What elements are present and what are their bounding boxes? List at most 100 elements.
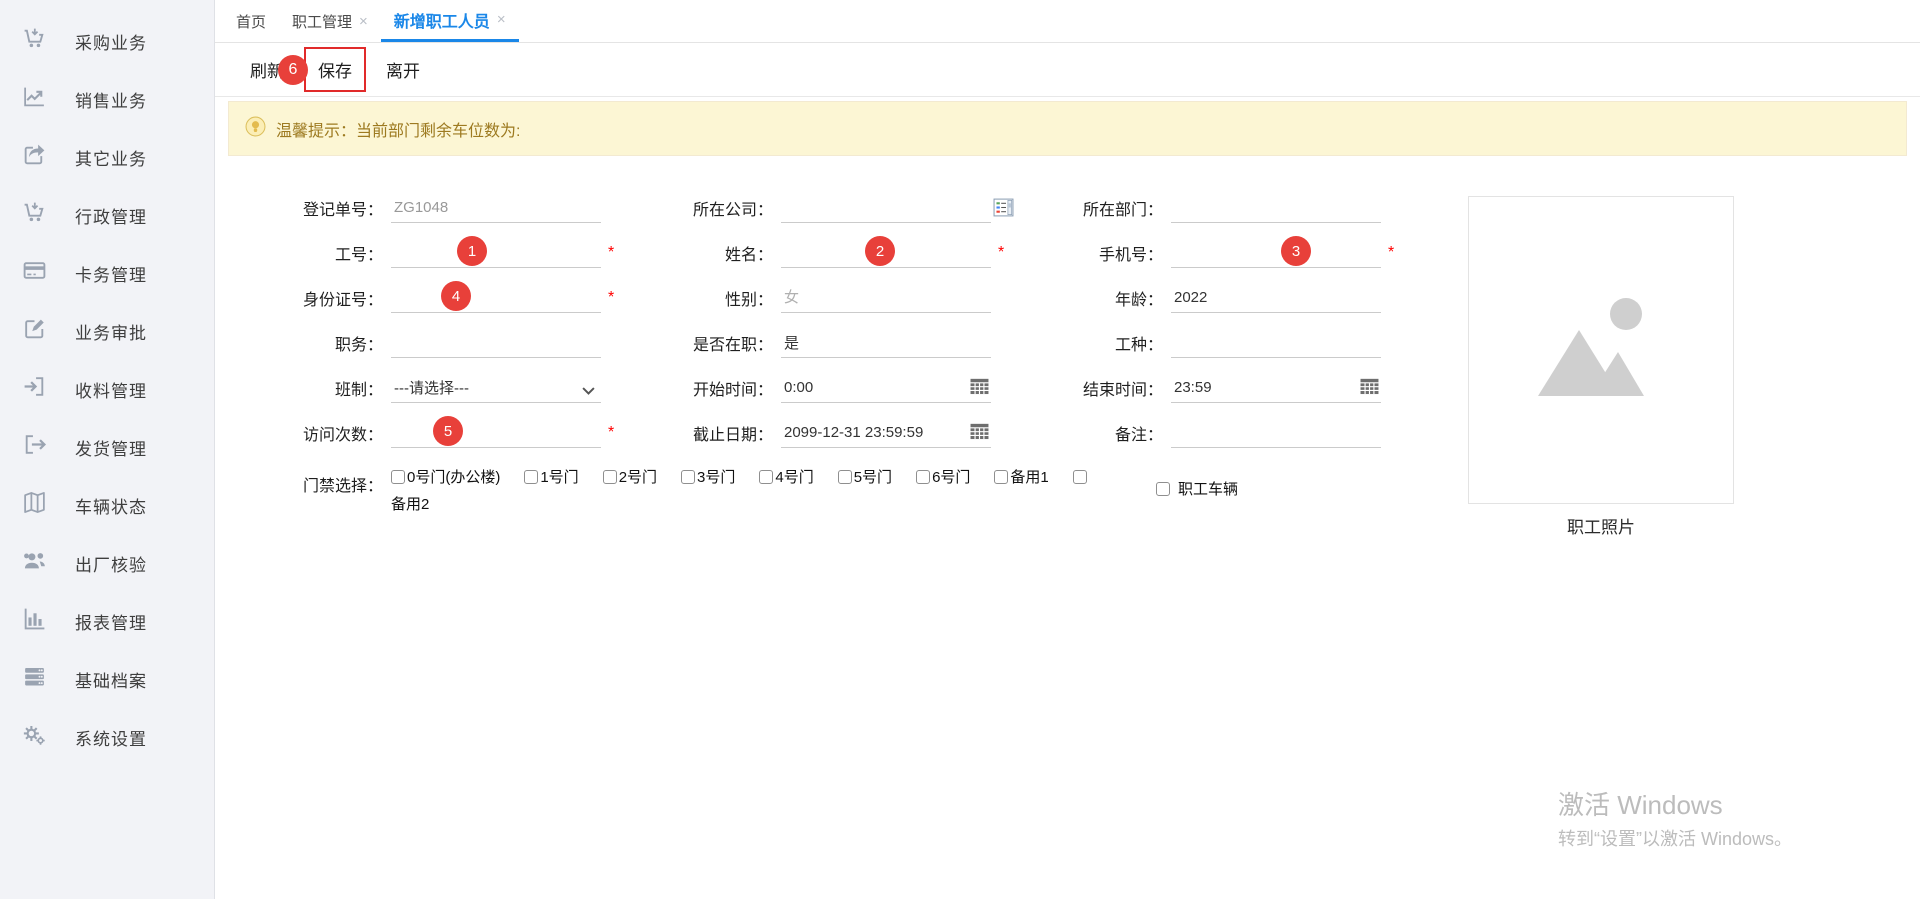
field-gender: 性别： [611,282,1001,313]
sidebar-item-sales[interactable]: 销售业务 [0,70,214,128]
save-button[interactable]: 保存 [318,62,352,81]
sidebar-item-card-mgmt[interactable]: 卡务管理 [0,244,214,302]
sidebar-item-label: 行政管理 [75,203,147,228]
field-label: 职务： [221,331,383,355]
gate-checkbox-backup2[interactable] [1073,470,1087,484]
gate-option-0[interactable]: 0号门(办公楼) [391,466,500,487]
windows-activation-watermark: 激活 Windows 转到“设置”以激活 Windows。 [1558,785,1792,851]
field-label: 门禁选择： [221,462,383,496]
server-icon [22,664,47,694]
tab-close-icon[interactable]: × [497,12,506,27]
gate-option-4[interactable]: 4号门 [759,466,813,487]
sidebar-item-label: 发货管理 [75,435,147,460]
field-end-time: 结束时间： [1001,372,1391,403]
calendar-icon[interactable] [970,378,989,395]
gate-checkbox[interactable] [524,470,538,484]
save-button-annotation-rect: 保存 [304,47,366,92]
cart-arrow-down-icon [22,26,47,56]
gate-checkbox[interactable] [994,470,1008,484]
sidebar-item-purchasing[interactable]: 采购业务 [0,12,214,70]
users-icon [22,548,47,578]
annotation-badge-3: 3 [1281,236,1311,266]
annotation-badge-2: 2 [865,236,895,266]
app-window: 采购业务 销售业务 其它业务 行政管理 卡务管理 业务审批 收料管理 发货管理 [0,0,1920,899]
sidebar: 采购业务 销售业务 其它业务 行政管理 卡务管理 业务审批 收料管理 发货管理 [0,0,215,899]
age-input[interactable] [1174,289,1378,306]
gate-option-2[interactable]: 2号门 [603,466,657,487]
field-label: 访问次数： [221,421,383,445]
sidebar-item-admin[interactable]: 行政管理 [0,186,214,244]
sidebar-item-base-archives[interactable]: 基础档案 [0,650,214,708]
tab-add-staff[interactable]: 新增职工人员 × [381,0,519,42]
gate-option-3[interactable]: 3号门 [681,466,735,487]
sidebar-item-label: 卡务管理 [75,261,147,286]
sidebar-item-vehicle-status[interactable]: 车辆状态 [0,476,214,534]
sidebar-item-label: 报表管理 [75,609,147,634]
calendar-icon[interactable] [970,423,989,440]
field-department: 所在部门： [1001,192,1391,223]
company-input[interactable] [784,199,988,216]
reg-no-input[interactable] [394,199,598,216]
gate-checkbox[interactable] [916,470,930,484]
photo-upload-box[interactable] [1468,196,1734,504]
gate-checkbox[interactable] [391,470,405,484]
tab-close-icon[interactable]: × [359,14,368,29]
field-label: 是否在职： [611,331,773,355]
field-label: 身份证号： [221,286,383,310]
gate-checkbox[interactable] [603,470,617,484]
gate-option-1[interactable]: 1号门 [524,466,578,487]
gate-checkbox[interactable] [681,470,695,484]
staff-vehicle-option[interactable]: 职工车辆 [1156,478,1238,499]
sidebar-item-other-business[interactable]: 其它业务 [0,128,214,186]
field-label: 班制： [221,376,383,400]
sidebar-item-factory-check[interactable]: 出厂核验 [0,534,214,592]
gate-option-6[interactable]: 6号门 [916,466,970,487]
sidebar-item-material-receipt[interactable]: 收料管理 [0,360,214,418]
sidebar-item-shipping[interactable]: 发货管理 [0,418,214,476]
gate-option-5[interactable]: 5号门 [838,466,892,487]
position-input[interactable] [394,334,598,351]
field-work-type: 工种： [1001,327,1391,358]
field-remark: 备注： [1001,417,1391,448]
remark-input[interactable] [1174,424,1378,441]
chevron-down-icon [582,383,595,392]
field-label: 截止日期： [611,421,773,445]
work-no-input[interactable] [394,244,598,261]
notice-text: 温馨提示：当前部门剩余车位数为: [276,117,520,141]
tab-staff-management[interactable]: 职工管理 × [279,0,381,42]
gate-checkbox-group: 0号门(办公楼) 1号门 2号门 3号门 4号门 5号门 6号门 备用1 备用2 [391,462,1096,514]
image-placeholder-icon [1530,292,1672,409]
shift-selected-value: ---请选择--- [394,377,469,398]
field-age: 年龄： [1001,282,1391,313]
field-deadline: 截止日期： [611,417,1001,448]
gate-checkbox[interactable] [759,470,773,484]
sidebar-item-reports[interactable]: 报表管理 [0,592,214,650]
gate-checkbox[interactable] [838,470,852,484]
work-type-input[interactable] [1174,334,1378,351]
sidebar-item-system-settings[interactable]: 系统设置 [0,708,214,766]
sidebar-item-label: 基础档案 [75,667,147,692]
id-card-input[interactable] [394,289,598,306]
end-time-input[interactable] [1174,379,1378,396]
mobile-input[interactable] [1174,244,1378,261]
field-label: 登记单号： [221,196,383,220]
sidebar-item-label: 系统设置 [75,725,147,750]
watermark-line1: 激活 Windows [1558,785,1792,822]
employed-input[interactable] [784,334,988,351]
start-time-input[interactable] [784,379,988,396]
calendar-icon[interactable] [1360,378,1379,395]
sidebar-item-approval[interactable]: 业务审批 [0,302,214,360]
staff-form: 登记单号： 所在公司： 所在部门： 工号： 1 * [215,156,1920,522]
staff-vehicle-checkbox[interactable] [1156,482,1170,496]
department-input[interactable] [1174,199,1378,216]
gate-option-backup1[interactable]: 备用1 [994,466,1048,487]
leave-button[interactable]: 离开 [386,57,420,82]
deadline-input[interactable] [784,424,988,441]
gender-input[interactable] [784,289,988,306]
staff-photo-section: 职工照片 [1468,196,1734,538]
visit-count-input[interactable] [394,424,598,441]
tab-home[interactable]: 首页 [223,0,279,42]
field-label: 姓名： [611,241,773,265]
toolbar: 刷新 保存 离开 6 [215,43,1920,97]
shift-select[interactable]: ---请选择--- [391,372,601,403]
